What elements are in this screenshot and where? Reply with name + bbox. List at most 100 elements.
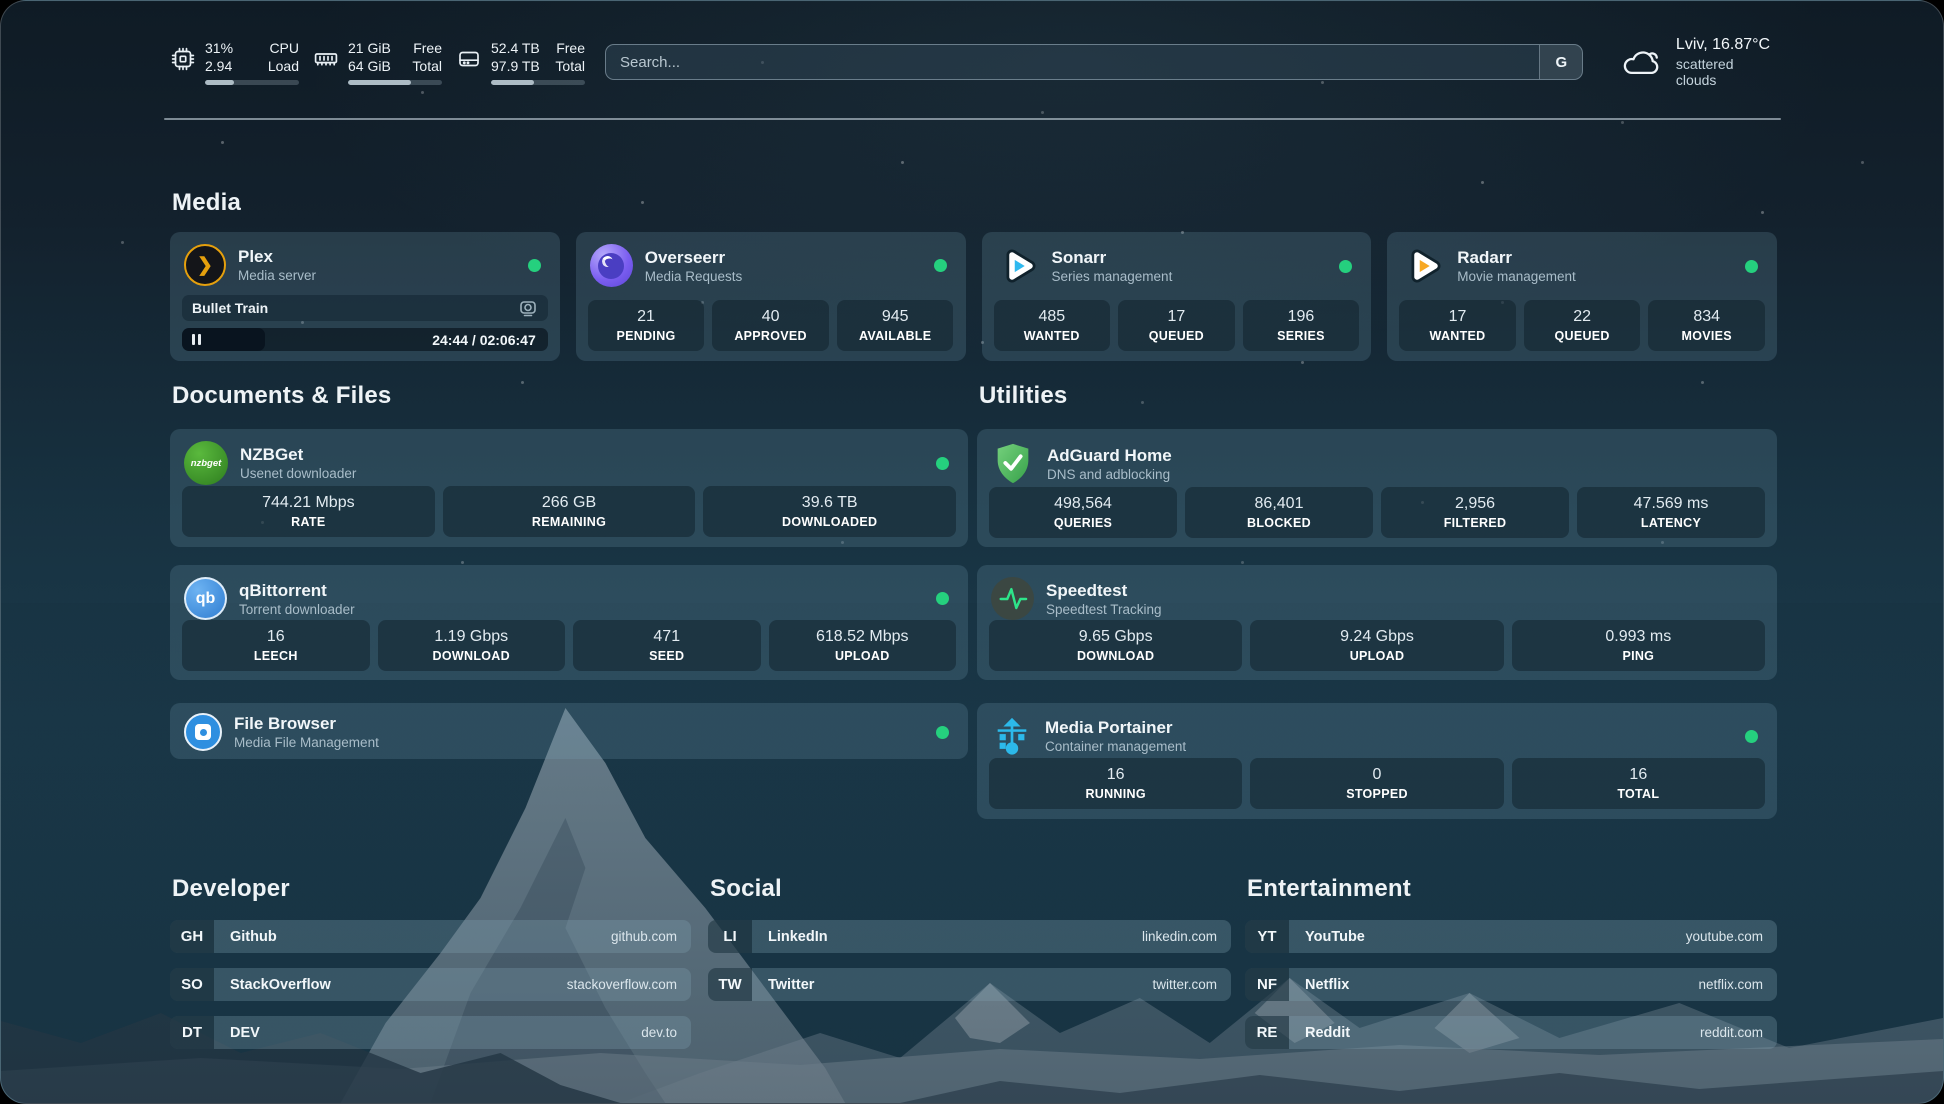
- stat-download: 1.19 Gbps DOWNLOAD: [378, 620, 566, 671]
- stat-total: 16 TOTAL: [1512, 758, 1765, 809]
- stat-upload: 618.52 Mbps UPLOAD: [769, 620, 957, 671]
- nzbget-card[interactable]: nzbget NZBGet Usenet downloader 744.21 M…: [170, 429, 968, 547]
- stat-filtered: 2,956 FILTERED: [1381, 487, 1569, 538]
- portainer-names: Media Portainer Container management: [1045, 718, 1186, 754]
- radarr-icon: [1401, 244, 1445, 288]
- portainer-name: Media Portainer: [1045, 718, 1186, 738]
- cpu-usage-label: CPU: [268, 39, 299, 57]
- system-stats: 31% 2.94 CPU Load: [170, 39, 585, 86]
- stat-downloaded: 39.6 TB DOWNLOADED: [703, 486, 956, 537]
- link-abbr: YT: [1245, 920, 1289, 953]
- link-name: LinkedIn: [768, 929, 828, 945]
- stat-wanted: 17 WANTED: [1399, 300, 1516, 351]
- disk-total-value: 97.9 TB: [491, 57, 540, 75]
- disk-stat: 52.4 TB 97.9 TB Free Total: [456, 39, 585, 86]
- stat-approved: 40 APPROVED: [712, 300, 829, 351]
- social-links: LI LinkedIn linkedin.com TW Twitter twit…: [708, 920, 1231, 1001]
- memory-free-label: Free: [412, 39, 442, 57]
- plex-icon: ❯: [184, 244, 226, 286]
- nzbget-name: NZBGet: [240, 445, 356, 465]
- link-stackoverflow[interactable]: SO StackOverflow stackoverflow.com: [170, 968, 691, 1001]
- search-input[interactable]: [606, 45, 1539, 79]
- link-domain: linkedin.com: [1142, 929, 1217, 944]
- filebrowser-name: File Browser: [234, 714, 379, 734]
- stat-latency: 47.569 ms LATENCY: [1577, 487, 1765, 538]
- link-linkedin[interactable]: LI LinkedIn linkedin.com: [708, 920, 1231, 953]
- portainer-stats: 16 RUNNING 0 STOPPED 16 TOTAL: [989, 758, 1765, 809]
- speedtest-subtitle: Speedtest Tracking: [1046, 602, 1162, 617]
- link-abbr: SO: [170, 968, 214, 1001]
- top-bar: 31% 2.94 CPU Load: [170, 29, 1777, 95]
- speedtest-icon: [991, 577, 1034, 620]
- memory-stat: 21 GiB 64 GiB Free Total: [313, 39, 442, 86]
- cpu-load-label: Load: [268, 57, 299, 75]
- filebrowser-subtitle: Media File Management: [234, 735, 379, 750]
- plex-name: Plex: [238, 247, 316, 267]
- filebrowser-card[interactable]: File Browser Media File Management: [170, 703, 968, 759]
- link-twitter[interactable]: TW Twitter twitter.com: [708, 968, 1231, 1001]
- plex-progress-elapsed: [182, 328, 265, 351]
- stat-running: 16 RUNNING: [989, 758, 1242, 809]
- sonarr-icon: [996, 244, 1040, 288]
- plex-now-playing-title: Bullet Train: [192, 300, 268, 316]
- qbittorrent-stats: 16 LEECH 1.19 Gbps DOWNLOAD 471 SEED 618…: [182, 620, 956, 671]
- link-domain: netflix.com: [1698, 977, 1763, 992]
- stat-stopped: 0 STOPPED: [1250, 758, 1503, 809]
- stat-blocked: 86,401 BLOCKED: [1185, 487, 1373, 538]
- link-youtube[interactable]: YT YouTube youtube.com: [1245, 920, 1777, 953]
- portainer-icon: [991, 715, 1033, 757]
- disk-progress-fill: [491, 80, 534, 85]
- qbittorrent-card[interactable]: qb qBittorrent Torrent downloader 16 LEE…: [170, 565, 968, 680]
- nzbget-stats: 744.21 Mbps RATE 266 GB REMAINING 39.6 T…: [182, 486, 956, 537]
- link-name: StackOverflow: [230, 977, 331, 993]
- memory-stat-body: 21 GiB 64 GiB Free Total: [348, 39, 442, 86]
- link-github[interactable]: GH Github github.com: [170, 920, 691, 953]
- link-dev-to[interactable]: DT DEV dev.to: [170, 1016, 691, 1049]
- plex-status-dot: [528, 259, 541, 272]
- radarr-card[interactable]: Radarr Movie management 17 WANTED 22 QUE…: [1387, 232, 1777, 361]
- link-domain: stackoverflow.com: [567, 977, 677, 992]
- stat-series: 196 SERIES: [1243, 300, 1360, 351]
- filebrowser-names: File Browser Media File Management: [234, 714, 379, 750]
- link-reddit[interactable]: RE Reddit reddit.com: [1245, 1016, 1777, 1049]
- stat-remaining: 266 GB REMAINING: [443, 486, 696, 537]
- overseerr-card[interactable]: Overseerr Media Requests 21 PENDING 40 A…: [576, 232, 966, 361]
- cpu-stat-body: 31% 2.94 CPU Load: [205, 39, 299, 86]
- stat-movies: 834 MOVIES: [1648, 300, 1765, 351]
- speedtest-names: Speedtest Speedtest Tracking: [1046, 581, 1162, 617]
- link-domain: reddit.com: [1700, 1025, 1763, 1040]
- plex-names: Plex Media server: [238, 247, 316, 283]
- cpu-progress-fill: [205, 80, 234, 85]
- link-name: Reddit: [1305, 1025, 1350, 1041]
- qbittorrent-names: qBittorrent Torrent downloader: [239, 581, 355, 617]
- sonarr-card[interactable]: Sonarr Series management 485 WANTED 17 Q…: [982, 232, 1372, 361]
- cpu-labels: CPU Load: [268, 39, 299, 76]
- link-abbr: RE: [1245, 1016, 1289, 1049]
- stat-wanted: 485 WANTED: [994, 300, 1111, 351]
- overseerr-eye: [598, 253, 624, 279]
- plex-card[interactable]: ❯ Plex Media server Bullet Train: [170, 232, 560, 361]
- session-camera-icon: [518, 298, 538, 318]
- memory-labels: Free Total: [412, 39, 442, 76]
- stat-queued: 17 QUEUED: [1118, 300, 1235, 351]
- link-netflix[interactable]: NF Netflix netflix.com: [1245, 968, 1777, 1001]
- adguard-card[interactable]: AdGuard Home DNS and adblocking 498,564 …: [977, 429, 1777, 547]
- radarr-name: Radarr: [1457, 248, 1576, 268]
- portainer-card[interactable]: Media Portainer Container management 16 …: [977, 703, 1777, 819]
- memory-progress-track: [348, 80, 442, 85]
- adguard-stats: 498,564 QUERIES 86,401 BLOCKED 2,956 FIL…: [989, 487, 1765, 538]
- speedtest-name: Speedtest: [1046, 581, 1162, 601]
- radarr-names: Radarr Movie management: [1457, 248, 1576, 284]
- link-name: DEV: [230, 1025, 260, 1041]
- plex-progress-time: 24:44 / 02:06:47: [432, 332, 548, 348]
- speedtest-card[interactable]: Speedtest Speedtest Tracking 9.65 Gbps D…: [977, 565, 1777, 680]
- cpu-icon: [170, 46, 196, 72]
- search-engine-button[interactable]: G: [1539, 45, 1582, 79]
- filebrowser-icon-inner: [195, 724, 211, 740]
- cpu-stat: 31% 2.94 CPU Load: [170, 39, 299, 86]
- qbittorrent-subtitle: Torrent downloader: [239, 602, 355, 617]
- section-title-utilities: Utilities: [979, 382, 1067, 410]
- section-title-developer: Developer: [172, 875, 290, 903]
- disk-free-value: 52.4 TB: [491, 39, 540, 57]
- disk-stat-body: 52.4 TB 97.9 TB Free Total: [491, 39, 585, 86]
